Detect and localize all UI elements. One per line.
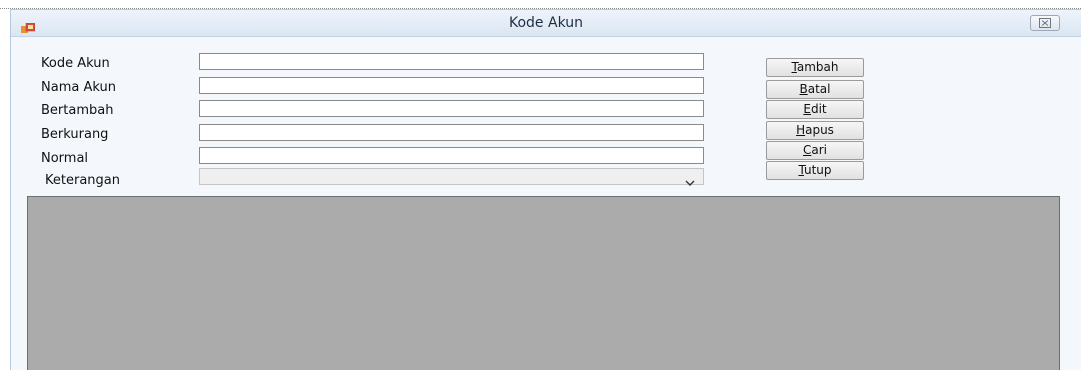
tambah-label: ambah <box>796 60 839 74</box>
hapus-accel: H <box>796 123 806 137</box>
berkurang-input[interactable] <box>199 124 704 141</box>
tutup-label: utup <box>803 163 832 177</box>
cari-button[interactable]: Cari <box>766 141 864 160</box>
window-title: Kode Akun <box>509 15 583 31</box>
close-icon <box>1039 18 1051 28</box>
cari-label: ari <box>811 143 827 157</box>
kode-akun-window: Kode Akun Kode Akun Nama Akun Bertambah … <box>10 9 1081 370</box>
bertambah-input[interactable] <box>199 100 704 117</box>
kode-akun-input[interactable] <box>199 53 704 70</box>
edit-label: dit <box>810 102 827 116</box>
edit-button[interactable]: Edit <box>766 100 864 119</box>
label-keterangan: Keterangan <box>45 173 120 188</box>
batal-accel: B <box>799 82 808 96</box>
label-bertambah: Bertambah <box>41 103 114 118</box>
batal-button[interactable]: Batal <box>766 80 864 99</box>
label-nama-akun: Nama Akun <box>41 80 116 95</box>
hapus-button[interactable]: Hapus <box>766 121 864 140</box>
batal-label: atal <box>807 82 831 96</box>
data-grid[interactable] <box>27 196 1060 370</box>
tutup-button[interactable]: Tutup <box>766 161 864 180</box>
title-bar[interactable]: Kode Akun <box>11 10 1081 37</box>
label-normal: Normal <box>41 151 89 166</box>
label-kode-akun: Kode Akun <box>41 56 110 71</box>
chevron-down-icon <box>685 172 695 191</box>
label-berkurang: Berkurang <box>41 127 109 142</box>
edit-accel: E <box>803 102 811 116</box>
hapus-label: apus <box>805 123 834 137</box>
keterangan-select[interactable] <box>199 168 704 186</box>
normal-input[interactable] <box>199 147 704 164</box>
document-strip <box>0 0 1081 9</box>
close-button[interactable] <box>1030 15 1060 31</box>
tambah-button[interactable]: Tambah <box>766 58 864 77</box>
nama-akun-input[interactable] <box>199 77 704 94</box>
